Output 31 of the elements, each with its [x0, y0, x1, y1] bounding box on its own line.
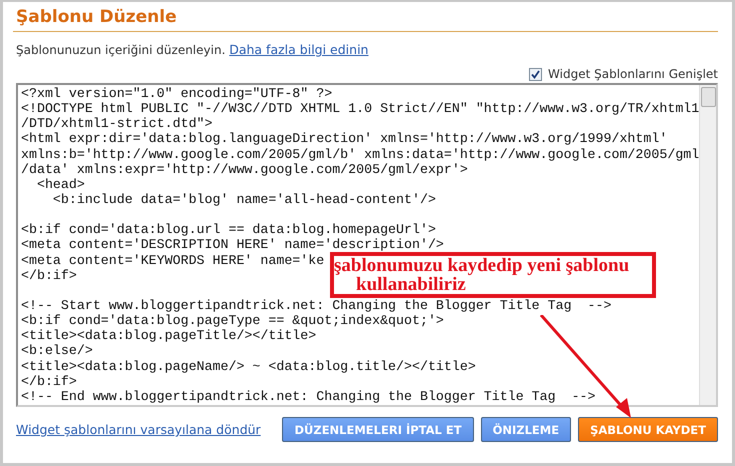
- code-line: <b:include data='blog' name='all-head-content'/>: [52, 192, 436, 208]
- code-line: /DTD/xhtml1-strict.dtd">: [21, 116, 213, 132]
- action-button[interactable]: ÖNIZLEME: [480, 417, 572, 442]
- code-line: <b:if cond='data:blog.pageType == &quot;index&quot;'>: [21, 313, 444, 328]
- code-line: <?xml version="1.0" encoding="UTF-8" ?>: [21, 86, 332, 102]
- code-line: <title><data:blog.pageTitle/></title>: [21, 328, 316, 344]
- code-line: <html expr:dir='data:blog.languageDirection' xmlns='http://www.w3.org/1999/xhtml': [21, 131, 668, 147]
- action-button[interactable]: DÜZENLEMELERI İPTAL ET: [282, 417, 474, 442]
- page-title: Şablonu Düzenle: [13, 2, 718, 32]
- code-line: </b:if>: [21, 374, 77, 389]
- code-line: <head>: [36, 176, 85, 192]
- code-line: <!DOCTYPE html PUBLIC "-//W3C//DTD XHTML 1.0 Strict//EN" "http://www.w3.org/TR/xhtml1: [21, 101, 699, 116]
- annotation-text: şablonumuzu kaydedip yeni şablonu: [334, 256, 630, 275]
- reset-widgets-link[interactable]: Widget şablonlarını varsayılana döndür: [16, 422, 261, 437]
- checkbox-label: Widget Şablonlarını Genişlet: [548, 67, 718, 81]
- code-line: <!-- Start www.bloggertipandtrick.net: Changing the Blogger Title Tag -->: [21, 298, 612, 314]
- intro-text: Şablonunuzun içeriğini düzenleyin. Daha fazla bilgi edinin: [16, 42, 370, 57]
- expand-widgets-checkbox[interactable]: [529, 68, 542, 80]
- learn-more-link[interactable]: Daha fazla bilgi edinin: [229, 42, 368, 57]
- code-line: <b:else/>: [21, 343, 93, 359]
- code-line: <meta content='KEYWORDS HERE' name='ke: [21, 252, 324, 268]
- code-line: </b:if>: [21, 268, 77, 283]
- code-line: <meta content='DESCRIPTION HERE' name='description'/>: [21, 237, 444, 253]
- template-editor[interactable]: [16, 83, 718, 407]
- code-line: <title><data:blog.pageName/> ~ <data:blog.title/></title>: [21, 358, 476, 374]
- code-line: /data' xmlns:expr='http://www.google.com/2005/gml/expr'>: [21, 162, 468, 177]
- code-line: <!-- End www.bloggertipandtrick.net: Changing the Blogger Title Tag -->: [21, 388, 596, 404]
- code-line: <b:if cond='data:blog.url == data:blog.homepageUrl'>: [21, 222, 436, 238]
- code-line: xmlns:b='http://www.google.com/2005/gml/b' xmlns:data='http://www.google.com/2005/gml: [21, 146, 699, 162]
- save-button[interactable]: ŞABLONU KAYDET: [578, 417, 718, 442]
- scrollbar[interactable]: [699, 85, 716, 405]
